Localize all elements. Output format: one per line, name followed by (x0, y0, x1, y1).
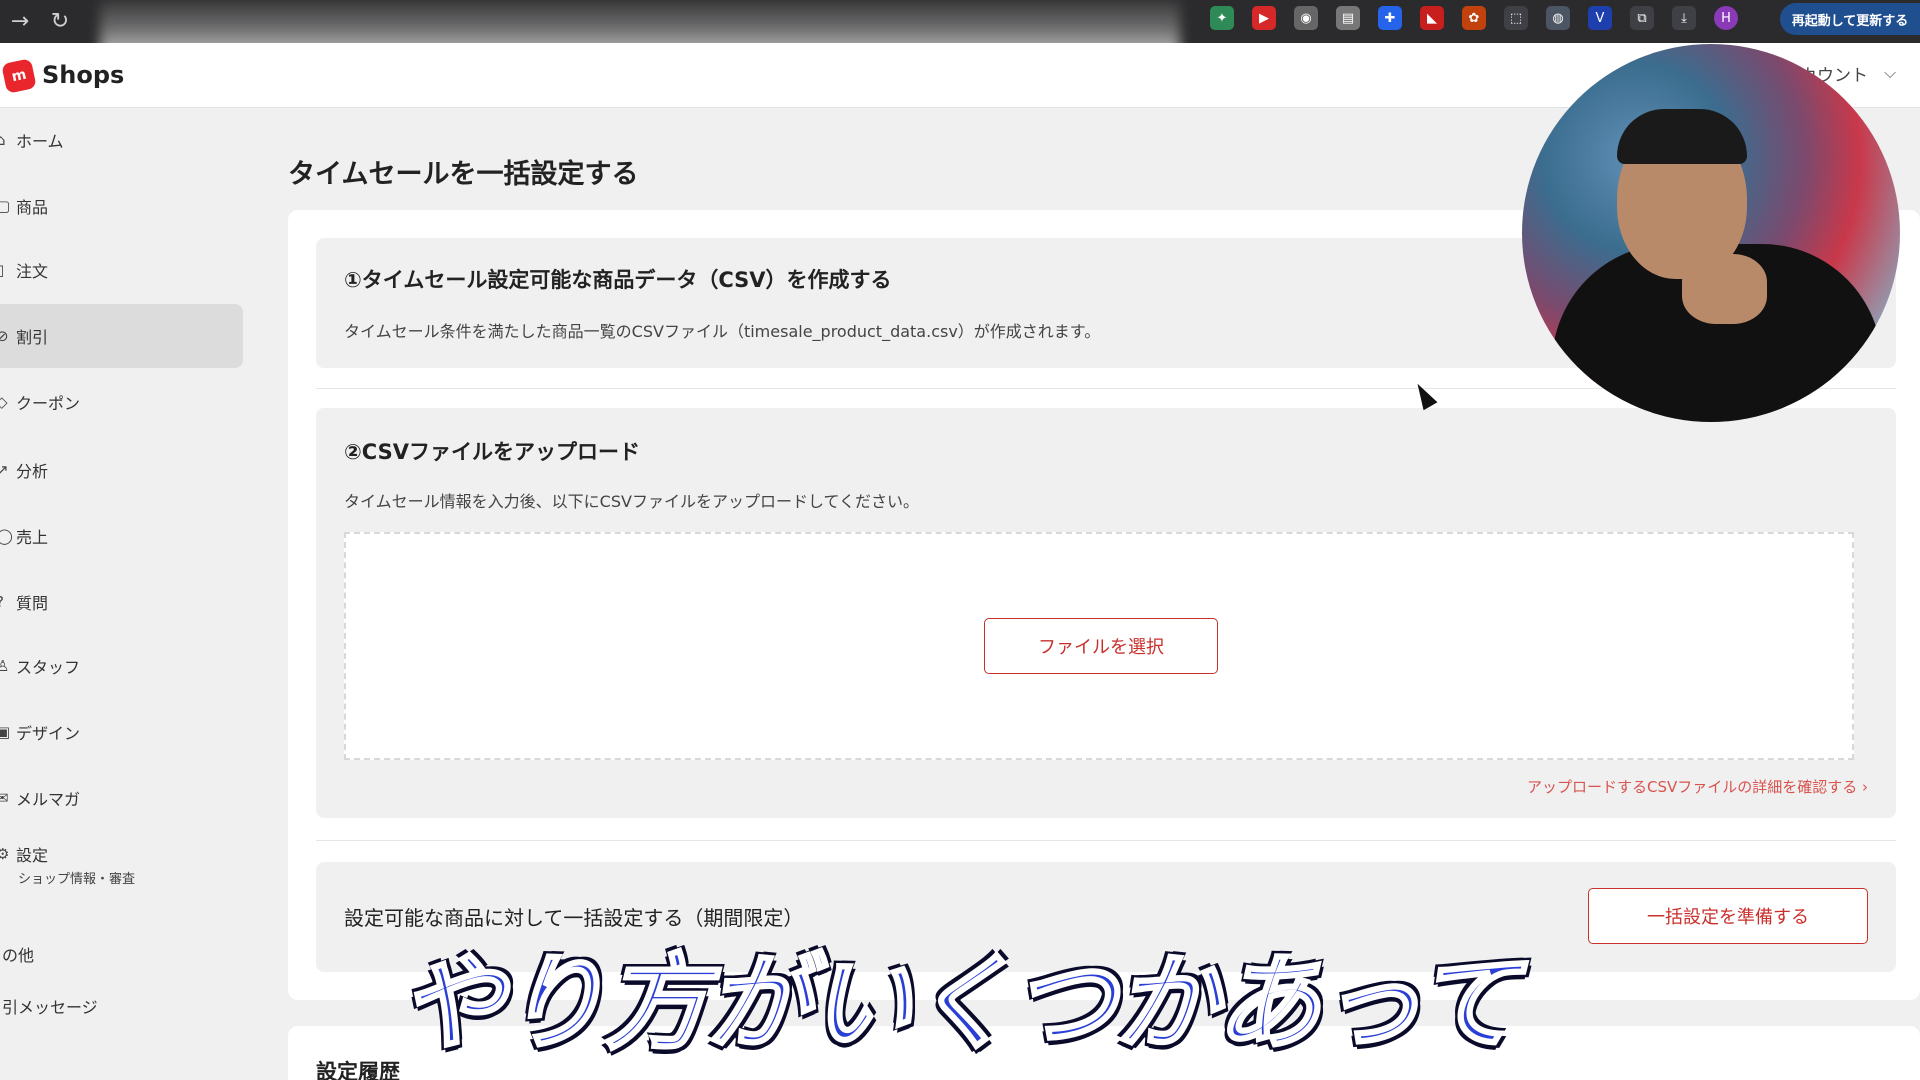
sidebar-item-label: の他 (2, 946, 35, 965)
tag-icon: ⊘ (0, 327, 9, 345)
reload-icon[interactable]: ↻ (40, 9, 80, 34)
sidebar-item[interactable]: 引メッセージ (0, 974, 243, 1038)
sidebar-item-label: ホーム (16, 132, 64, 151)
puzzle-extensions-icon[interactable]: ⧉ (1630, 6, 1654, 30)
sidebar-item-label: 引メッセージ (2, 998, 98, 1017)
sidebar-item-label: デザイン (16, 724, 81, 743)
extension-icons: ✦ ▶ ◉ ▤ ✚ ◣ ✿ ⬚ ◍ V ⧉ ⤓ H (1210, 6, 1738, 30)
history-title: 設定履歴 (316, 1060, 400, 1080)
sidebar: ⌂ホーム▢商品▯注文⊘割引◇クーポン↗分析◯売上?質問♙スタッフ▣デザイン✉メル… (0, 108, 285, 1080)
sidebar-item-label: クーポン (16, 394, 81, 413)
sidebar-item[interactable]: ♙ スタッフ (0, 634, 243, 698)
presenter-hand (1682, 254, 1767, 324)
sidebar-item-label: メルマガ (16, 790, 81, 809)
prepare-bulk-button[interactable]: 一括設定を準備する (1588, 888, 1868, 944)
page-title: タイムセールを一括設定する (288, 159, 639, 190)
box-icon: ▢ (0, 197, 11, 215)
sidebar-item-label: 設定 (16, 845, 49, 865)
shops-logo-icon[interactable]: m (1, 58, 37, 94)
csv-detail-link[interactable]: アップロードするCSVファイルの詳細を確認する › (1527, 776, 1868, 797)
video-caption: やり方がいくつかあって (399, 941, 1521, 1066)
person-icon: ♙ (0, 657, 10, 675)
sidebar-item[interactable]: ◯ 売上 (0, 504, 243, 568)
design-icon: ▣ (0, 723, 11, 741)
download-icon[interactable]: ⤓ (1672, 6, 1696, 30)
csv-upload-section: ②CSVファイルをアップロード タイムセール情報を入力後、以下にCSVファイルを… (316, 408, 1896, 818)
section2-desc: タイムセール情報を入力後、以下にCSVファイルをアップロードしてください。 (344, 492, 919, 511)
vimeo-extension-icon[interactable]: V (1588, 6, 1612, 30)
coupon-icon: ◇ (0, 393, 8, 411)
print-extension-icon[interactable]: ▤ (1336, 6, 1360, 30)
list-icon: ▯ (0, 261, 5, 279)
sidebar-item[interactable]: ⊘ 割引 (0, 304, 243, 368)
sidebar-item-sublabel: ショップ情報・審査 (18, 871, 136, 887)
sidebar-item-label: 分析 (16, 462, 49, 481)
mail-icon: ✉ (0, 789, 9, 807)
coin-icon: ◯ (0, 527, 13, 545)
webcam-overlay (1522, 44, 1900, 422)
logo-text[interactable]: Shops (42, 61, 124, 89)
sidebar-item-label: 売上 (16, 528, 49, 547)
question-icon: ? (0, 593, 14, 611)
divider (316, 840, 1896, 841)
browser-update-button[interactable]: 再起動して更新する (1780, 3, 1920, 35)
file-dropzone[interactable]: ファイルを選択 (344, 532, 1854, 760)
sidebar-item[interactable]: ▣ デザイン (0, 700, 243, 764)
sidebar-item[interactable]: ✉ メルマガ (0, 766, 243, 830)
select-file-button[interactable]: ファイルを選択 (984, 618, 1218, 674)
sidebar-item-label: 割引 (16, 328, 49, 347)
sidebar-item[interactable]: ▢ 商品 (0, 174, 243, 238)
camera-extension-icon[interactable]: ◉ (1294, 6, 1318, 30)
youtube-extension-icon[interactable]: ▶ (1252, 6, 1276, 30)
section2-title: ②CSVファイルをアップロード (344, 440, 640, 464)
chevron-down-icon[interactable]: ⌵ (1884, 63, 1896, 83)
globe-extension-icon[interactable]: ◍ (1546, 6, 1570, 30)
red-extension-icon[interactable]: ◣ (1420, 6, 1444, 30)
forward-icon[interactable]: → (0, 9, 40, 34)
gear-icon: ⚙ (0, 844, 10, 863)
presenter-hair (1617, 109, 1747, 164)
sidebar-item-label: 商品 (16, 198, 49, 217)
section1-title: ①タイムセール設定可能な商品データ（CSV）を作成する (344, 268, 892, 292)
sidebar-item[interactable]: ?質問 (0, 570, 243, 634)
badge-extension-icon[interactable]: ✿ (1462, 6, 1486, 30)
screenshot-extension-icon[interactable]: ⬚ (1504, 6, 1528, 30)
sidebar-item[interactable]: ◇ クーポン (0, 370, 243, 434)
profile-avatar[interactable]: H (1714, 6, 1738, 30)
chart-icon: ↗ (0, 461, 9, 479)
sidebar-item-label: 質問 (16, 594, 49, 613)
section1-desc: タイムセール条件を満たした商品一覧のCSVファイル（timesale_produ… (344, 322, 1101, 341)
home-icon: ⌂ (0, 131, 6, 149)
sidebar-item-label: スタッフ (16, 658, 81, 677)
sidebar-item-label: 注文 (16, 262, 49, 281)
sidebar-item[interactable]: ▯ 注文 (0, 238, 243, 302)
sidebar-item[interactable]: ⌂ ホーム (0, 108, 243, 172)
extension-green-icon[interactable]: ✦ (1210, 6, 1234, 30)
blue-extension-icon[interactable]: ✚ (1378, 6, 1402, 30)
sidebar-item[interactable]: ⚙ 設定ショップ情報・審査 (0, 832, 243, 896)
sidebar-item[interactable]: ↗ 分析 (0, 438, 243, 502)
